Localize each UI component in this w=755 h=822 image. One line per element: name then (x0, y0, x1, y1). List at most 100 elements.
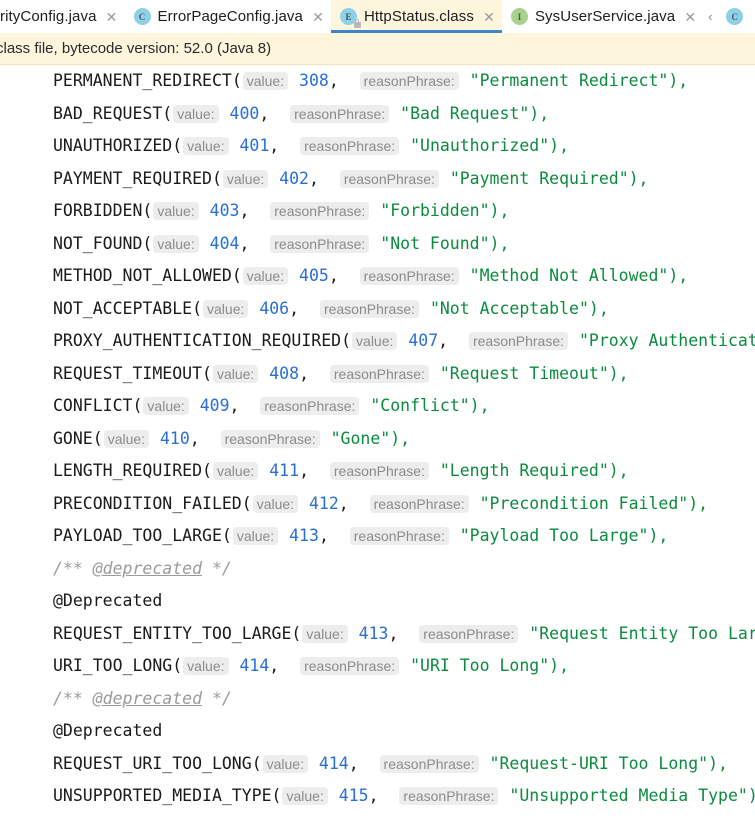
editor-tab-partial[interactable]: C (717, 0, 750, 33)
java-class-icon: C (133, 8, 151, 25)
enum-constant-name: GONE (53, 428, 93, 448)
reason-phrase-literal: "Payment Required"), (449, 168, 649, 188)
open-paren: ( (202, 461, 212, 480)
open-paren: ( (221, 526, 232, 545)
code-line-enum-constant: PERMANENT_REDIRECT(value: 308, reasonPhr… (0, 65, 755, 98)
code-line-enum-constant: REQUEST_TIMEOUT(value: 408, reasonPhrase… (0, 358, 755, 391)
bytecode-version-notification-bar: class file, bytecode version: 52.0 (Java… (0, 33, 755, 65)
close-icon[interactable]: ✕ (312, 10, 324, 24)
param-hint-value: value: (183, 137, 229, 155)
comma: , (269, 136, 300, 155)
javadoc-comment-close: */ (202, 688, 232, 708)
code-line-enum-constant: PRECONDITION_FAILED(value: 412, reasonPh… (0, 488, 755, 521)
param-hint-reason-phrase: reasonPhrase: (359, 72, 459, 90)
open-paren: ( (271, 786, 282, 805)
javadoc-comment-open: /** (53, 558, 93, 578)
java-enum-locked-icon: E (339, 8, 361, 28)
status-code-value: 408 (269, 363, 300, 383)
enum-constant-name: PRECONDITION_FAILED (53, 493, 242, 513)
close-icon[interactable]: ✕ (106, 10, 118, 24)
enum-constant-name: UNSUPPORTED_MEDIA_TYPE (53, 786, 272, 805)
status-code-value: 401 (239, 136, 270, 155)
comma: , (309, 168, 339, 188)
status-code-value: 414 (318, 753, 349, 773)
param-hint-reason-phrase: reasonPhrase: (379, 754, 479, 773)
code-line-enum-constant: FORBIDDEN(value: 403, reasonPhrase: "For… (0, 195, 755, 228)
enum-constant-name: CONFLICT (53, 396, 133, 415)
enum-constant-name: UNAUTHORIZED (53, 136, 173, 155)
java-interface-icon: I (510, 8, 528, 25)
close-icon[interactable]: ✕ (684, 10, 696, 24)
code-line-enum-constant: REQUEST_URI_TOO_LONG(value: 414, reasonP… (0, 748, 755, 781)
bytecode-version-text: class file, bytecode version: 52.0 (Java… (0, 40, 272, 57)
code-line-annotation: @Deprecated (0, 585, 755, 618)
enum-constant-name: NOT_FOUND (53, 233, 143, 253)
javadoc-comment-close: */ (202, 558, 232, 578)
reason-phrase-literal: "Gone"), (330, 428, 411, 448)
param-hint-reason-phrase: reasonPhrase: (329, 462, 429, 480)
param-hint-value: value: (143, 397, 189, 415)
param-hint-reason-phrase: reasonPhrase: (369, 494, 469, 513)
open-paren: ( (92, 428, 103, 448)
reason-phrase-literal: "Forbidden"), (380, 201, 510, 220)
reason-phrase-literal: "Conflict"), (370, 396, 490, 415)
editor-tab-errorpageconfig-java[interactable]: C ErrorPageConfig.java ✕ (125, 0, 331, 33)
open-paren: ( (192, 298, 203, 318)
param-hint-value: value: (203, 299, 249, 318)
editor-tab-label: rityConfig.java (0, 8, 97, 25)
param-hint-value: value: (262, 754, 308, 773)
param-hint-value: value: (103, 429, 150, 448)
open-paren: ( (231, 266, 242, 285)
deprecated-annotation: @Deprecated (53, 591, 163, 610)
param-hint-reason-phrase: reasonPhrase: (419, 624, 519, 643)
enum-constant-name: REQUEST_URI_TOO_LONG (53, 753, 252, 773)
enum-constant-name: FORBIDDEN (53, 201, 143, 220)
comma: , (388, 623, 419, 643)
tab-scroll-left-icon[interactable]: ‹ (703, 0, 717, 33)
editor-tab-rityconfig-java[interactable]: rityConfig.java ✕ (0, 0, 125, 33)
code-line-enum-constant: CONFLICT(value: 409, reasonPhrase: "Conf… (0, 390, 755, 423)
code-editor-viewport[interactable]: PERMANENT_REDIRECT(value: 308, reasonPhr… (0, 65, 755, 822)
param-hint-value: value: (153, 234, 199, 253)
param-hint-value: value: (212, 462, 259, 480)
code-lines-container: PERMANENT_REDIRECT(value: 308, reasonPhr… (0, 65, 755, 813)
param-hint-value: value: (252, 494, 299, 513)
editor-tab-httpstatus-class[interactable]: E HttpStatus.class ✕ (330, 0, 502, 33)
status-code-value: 411 (269, 461, 300, 480)
param-hint-reason-phrase: reasonPhrase: (270, 202, 370, 220)
param-hint-value: value: (222, 169, 269, 188)
deprecated-tag-link[interactable]: @deprecated (93, 559, 202, 578)
close-icon[interactable]: ✕ (483, 10, 495, 24)
reason-phrase-literal: "Method Not Allowed"), (469, 266, 689, 285)
comma: , (318, 526, 349, 545)
code-line-enum-constant: GONE(value: 410, reasonPhrase: "Gone"), (0, 423, 755, 456)
param-hint-value: value: (242, 267, 289, 285)
param-hint-value: value: (212, 364, 259, 383)
status-code-value: 413 (289, 526, 319, 545)
reason-phrase-literal: "Unauthorized"), (410, 136, 570, 155)
code-line-javadoc-comment: /** @deprecated */ (0, 553, 755, 586)
param-hint-reason-phrase: reasonPhrase: (349, 527, 449, 545)
status-code-value: 405 (299, 266, 329, 285)
enum-constant-name: PAYMENT_REQUIRED (53, 168, 212, 188)
reason-phrase-literal: "Request-URI Too Long"), (489, 753, 728, 773)
open-paren: ( (341, 331, 352, 350)
code-line-enum-constant: BAD_REQUEST(value: 400, reasonPhrase: "B… (0, 98, 755, 131)
code-line-enum-constant: PROXY_AUTHENTICATION_REQUIRED(value: 407… (0, 325, 755, 358)
open-paren: ( (211, 168, 222, 188)
status-code-value: 407 (408, 331, 439, 350)
status-code-value: 400 (229, 103, 260, 123)
open-paren: ( (202, 363, 212, 383)
comma: , (289, 298, 319, 318)
deprecated-tag-link[interactable]: @deprecated (93, 689, 202, 708)
editor-tab-sysuserservice-java[interactable]: I SysUserService.java ✕ (502, 0, 703, 33)
reason-phrase-literal: "Permanent Redirect"), (469, 71, 689, 90)
reason-phrase-literal: "Not Found"), (380, 233, 510, 253)
reason-phrase-literal: "Request Timeout"), (439, 363, 629, 383)
param-hint-reason-phrase: reasonPhrase: (329, 364, 429, 383)
status-code-value: 409 (199, 396, 230, 415)
editor-tab-bar[interactable]: rityConfig.java ✕ C ErrorPageConfig.java ✕ E H… (0, 0, 755, 33)
reason-phrase-literal: "Length Required"), (439, 461, 629, 480)
code-line-enum-constant: NOT_ACCEPTABLE(value: 406, reasonPhrase:… (0, 293, 755, 326)
reason-phrase-literal: "Proxy Authentication Required"), (578, 331, 755, 350)
